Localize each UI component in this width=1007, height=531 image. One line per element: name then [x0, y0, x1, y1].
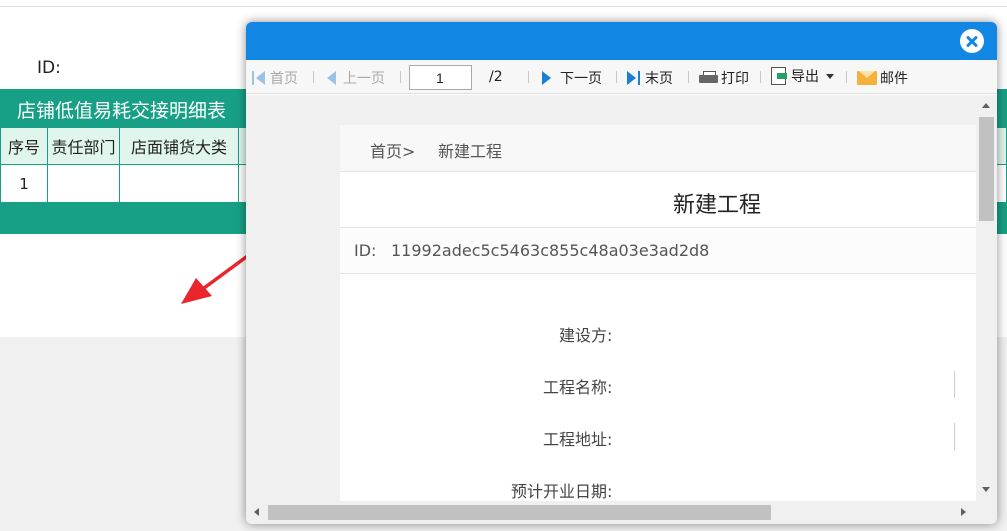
field-label-project-address: 工程地址: — [543, 430, 613, 449]
document-title: 新建工程 — [673, 193, 762, 218]
toolbar-separator — [528, 71, 529, 83]
top-divider — [0, 6, 1007, 7]
viewer-toolbar: 首页 上一页 /2 下一页 末页 打印 导出 — [246, 60, 997, 94]
column-header-index: 序号 — [0, 127, 48, 165]
first-page-label: 首页 — [270, 71, 298, 87]
printer-icon — [699, 70, 718, 86]
scroll-up-arrow-icon[interactable] — [982, 103, 990, 108]
column-header-category: 店面铺货大类 — [119, 127, 239, 165]
toolbar-separator — [688, 71, 689, 83]
toolbar-separator — [400, 71, 401, 83]
report-title: 店铺低值易耗交接明细表 — [17, 100, 227, 122]
document-page: 首页> 新建工程 新建工程 ID: 11992adec5c5463c855c48… — [340, 125, 976, 501]
export-icon — [770, 67, 788, 85]
close-circle-icon[interactable] — [960, 29, 984, 53]
field-input-edge — [954, 371, 955, 398]
table-cell-category[interactable] — [119, 164, 239, 203]
last-page-button[interactable]: 末页 — [627, 68, 673, 88]
page-total: /2 — [489, 69, 503, 85]
mail-button[interactable]: 邮件 — [857, 68, 908, 88]
print-label: 打印 — [721, 71, 749, 87]
field-label-builder: 建设方: — [559, 326, 613, 345]
page-number-input[interactable] — [409, 65, 472, 90]
next-page-button[interactable]: 下一页 — [542, 68, 602, 88]
vertical-scroll-thumb[interactable] — [979, 117, 994, 221]
prev-page-icon — [327, 71, 336, 85]
prev-page-label: 上一页 — [343, 71, 385, 87]
mail-label: 邮件 — [880, 71, 908, 87]
next-page-label: 下一页 — [560, 71, 602, 87]
first-page-button[interactable]: 首页 — [252, 68, 298, 88]
report-preview-dialog: 首页 上一页 /2 下一页 末页 打印 导出 — [246, 22, 997, 524]
scroll-down-arrow-icon[interactable] — [982, 487, 990, 492]
document-id-label: ID: — [354, 241, 377, 260]
horizontal-scroll-thumb[interactable] — [268, 505, 771, 520]
caret-down-icon — [826, 73, 834, 79]
document-viewer: 首页> 新建工程 新建工程 ID: 11992adec5c5463c855c48… — [246, 95, 976, 501]
export-label: 导出 — [791, 69, 819, 85]
document-id-row: ID: 11992adec5c5463c855c48a03e3ad2d8 — [340, 227, 976, 274]
table-cell-index: 1 — [0, 164, 48, 203]
horizontal-scrollbar[interactable] — [246, 501, 976, 524]
print-button[interactable]: 打印 — [699, 68, 749, 88]
toolbar-separator — [846, 71, 847, 83]
breadcrumb-current: 新建工程 — [438, 142, 503, 161]
last-page-icon — [627, 71, 642, 85]
dialog-header — [246, 22, 997, 60]
mail-icon — [857, 71, 877, 85]
toolbar-separator — [313, 71, 314, 83]
column-header-department: 责任部门 — [47, 127, 120, 165]
vertical-scrollbar[interactable] — [976, 95, 997, 501]
table-cell-department[interactable] — [47, 164, 120, 203]
first-page-icon — [252, 71, 267, 85]
breadcrumb: 首页> 新建工程 — [340, 125, 976, 172]
scrollbar-corner — [976, 501, 997, 524]
scroll-left-arrow-icon[interactable] — [254, 508, 259, 516]
breadcrumb-home-link[interactable]: 首页> — [370, 138, 415, 162]
field-label-project-name: 工程名称: — [543, 378, 613, 397]
export-dropdown-button[interactable]: 导出 — [770, 66, 834, 86]
document-id-value: 11992adec5c5463c855c48a03e3ad2d8 — [391, 241, 710, 260]
next-page-icon — [542, 71, 551, 85]
field-input-edge — [954, 423, 955, 450]
toolbar-separator — [616, 71, 617, 83]
prev-page-button[interactable]: 上一页 — [327, 68, 385, 88]
background-id-label: ID: — [37, 58, 61, 78]
field-label-opening-date: 预计开业日期: — [511, 482, 613, 501]
scroll-right-arrow-icon[interactable] — [961, 508, 966, 516]
last-page-label: 末页 — [645, 71, 673, 87]
toolbar-separator — [760, 71, 761, 83]
